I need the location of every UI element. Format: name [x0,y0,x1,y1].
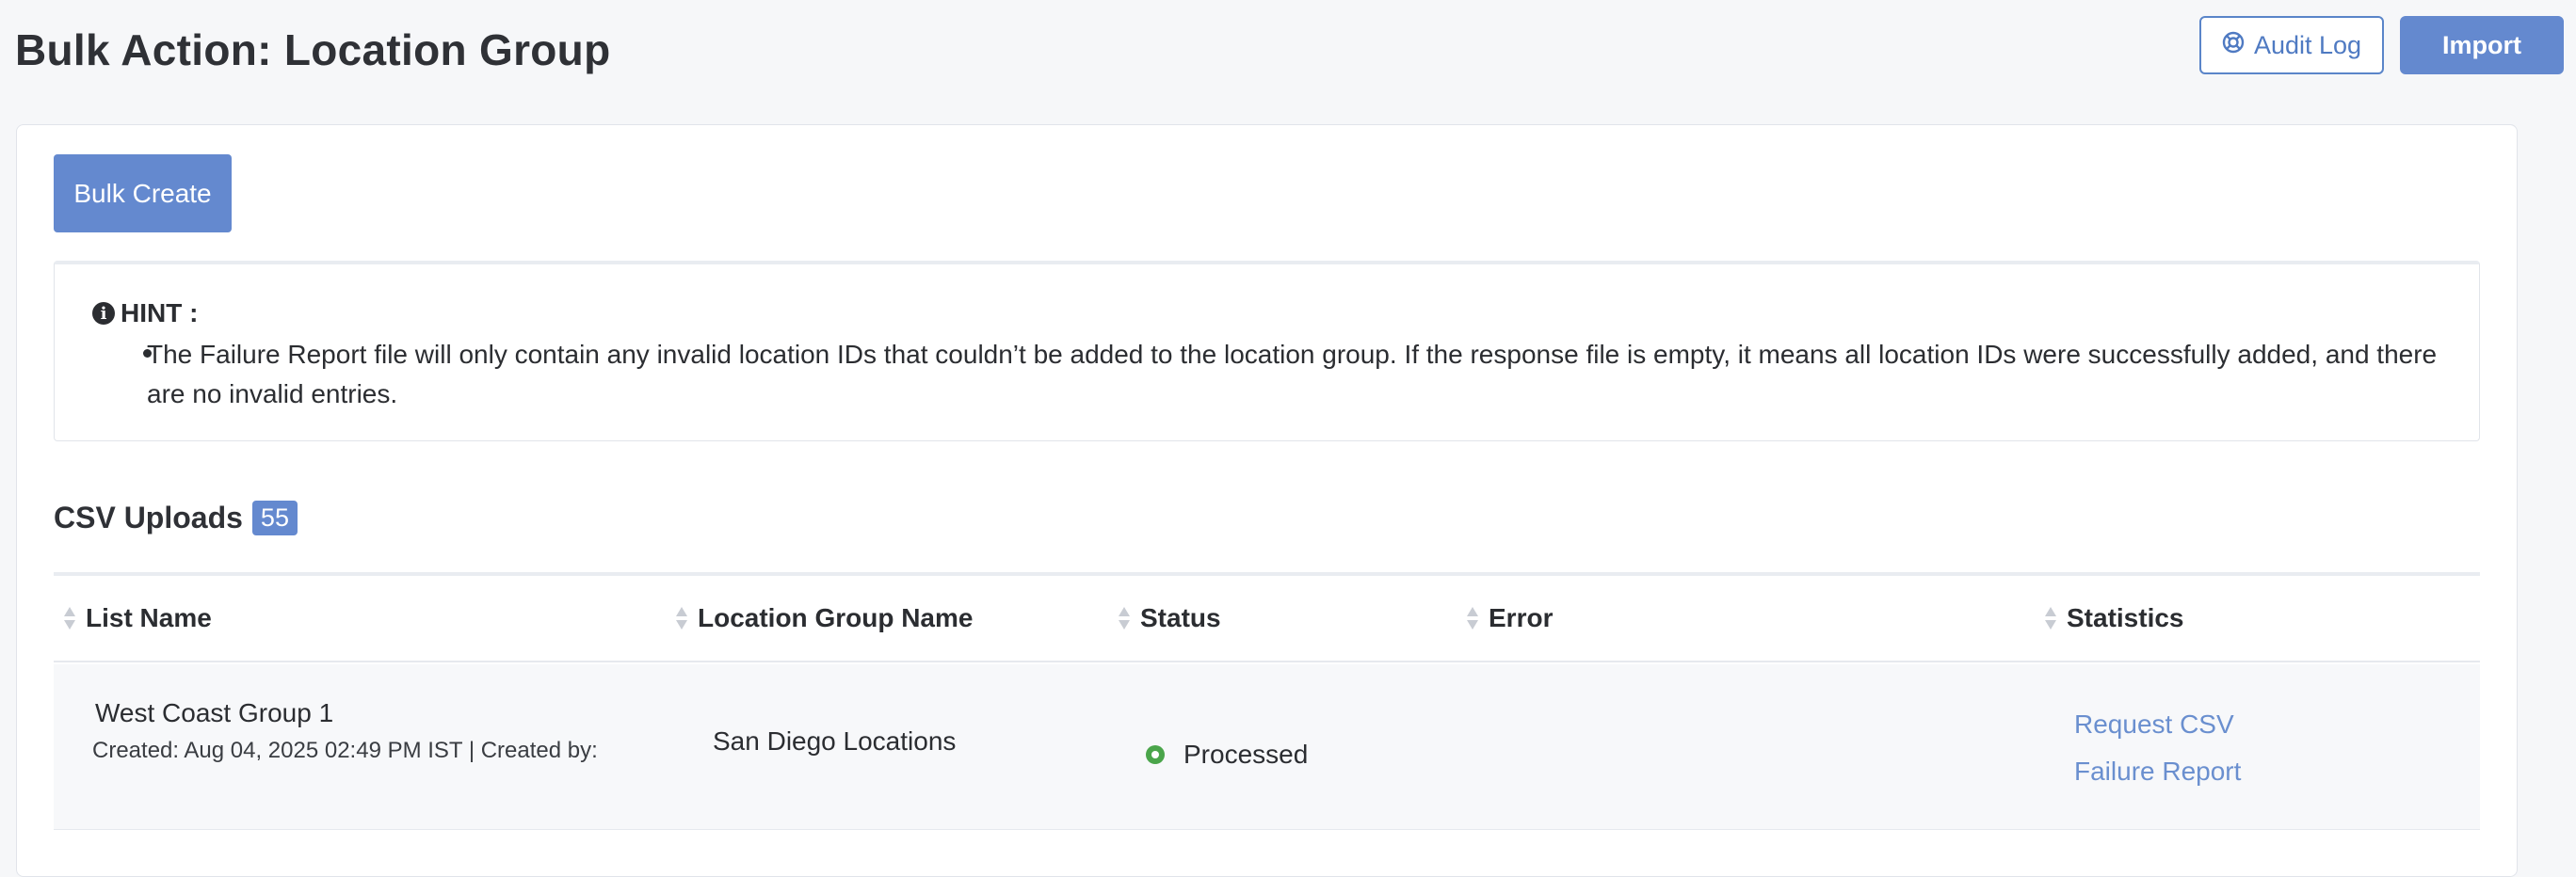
hint-title: HINT : [121,298,199,327]
hint-panel: i HINT : The Failure Report file will on… [54,261,2480,441]
csv-uploads-title: CSV Uploads [54,501,243,534]
column-header-location-group-name[interactable]: Location Group Name [675,576,973,661]
column-header-error[interactable]: Error [1466,576,1553,661]
status-success-icon [1146,745,1165,764]
column-header-status[interactable]: Status [1118,576,1221,661]
csv-uploads-heading: CSV Uploads 55 [54,501,298,535]
sort-icon [1466,606,1479,630]
page-title: Bulk Action: Location Group [15,25,611,74]
table-row: West Coast Group 1 Created: Aug 04, 2025… [54,664,2480,830]
column-header-statistics[interactable]: Statistics [2044,576,2184,661]
list-name: West Coast Group 1 [95,698,334,727]
status-text: Processed [1183,740,1309,769]
audit-log-button[interactable]: Audit Log [2199,16,2384,74]
sort-icon [63,606,76,630]
bulk-create-button[interactable]: Bulk Create [54,154,232,232]
hint-heading: i HINT : [92,298,198,328]
lifebuoy-icon [2222,31,2245,60]
sort-icon [2044,606,2057,630]
csv-uploads-count-badge: 55 [251,501,298,535]
location-group-name: San Diego Locations [713,726,957,756]
info-icon: i [92,302,115,325]
hint-text: The Failure Report file will only contai… [147,340,2438,408]
request-csv-link[interactable]: Request CSV [2074,710,2234,740]
table-header: List Name Location Group Name Status Err… [54,576,2480,662]
column-header-list-name[interactable]: List Name [63,576,212,661]
sort-icon [1118,606,1131,630]
import-button[interactable]: Import [2400,16,2564,74]
sort-icon [675,606,688,630]
row-meta: Created: Aug 04, 2025 02:49 PM IST | Cre… [92,738,598,763]
audit-log-label: Audit Log [2253,30,2362,59]
failure-report-link[interactable]: Failure Report [2074,757,2241,787]
